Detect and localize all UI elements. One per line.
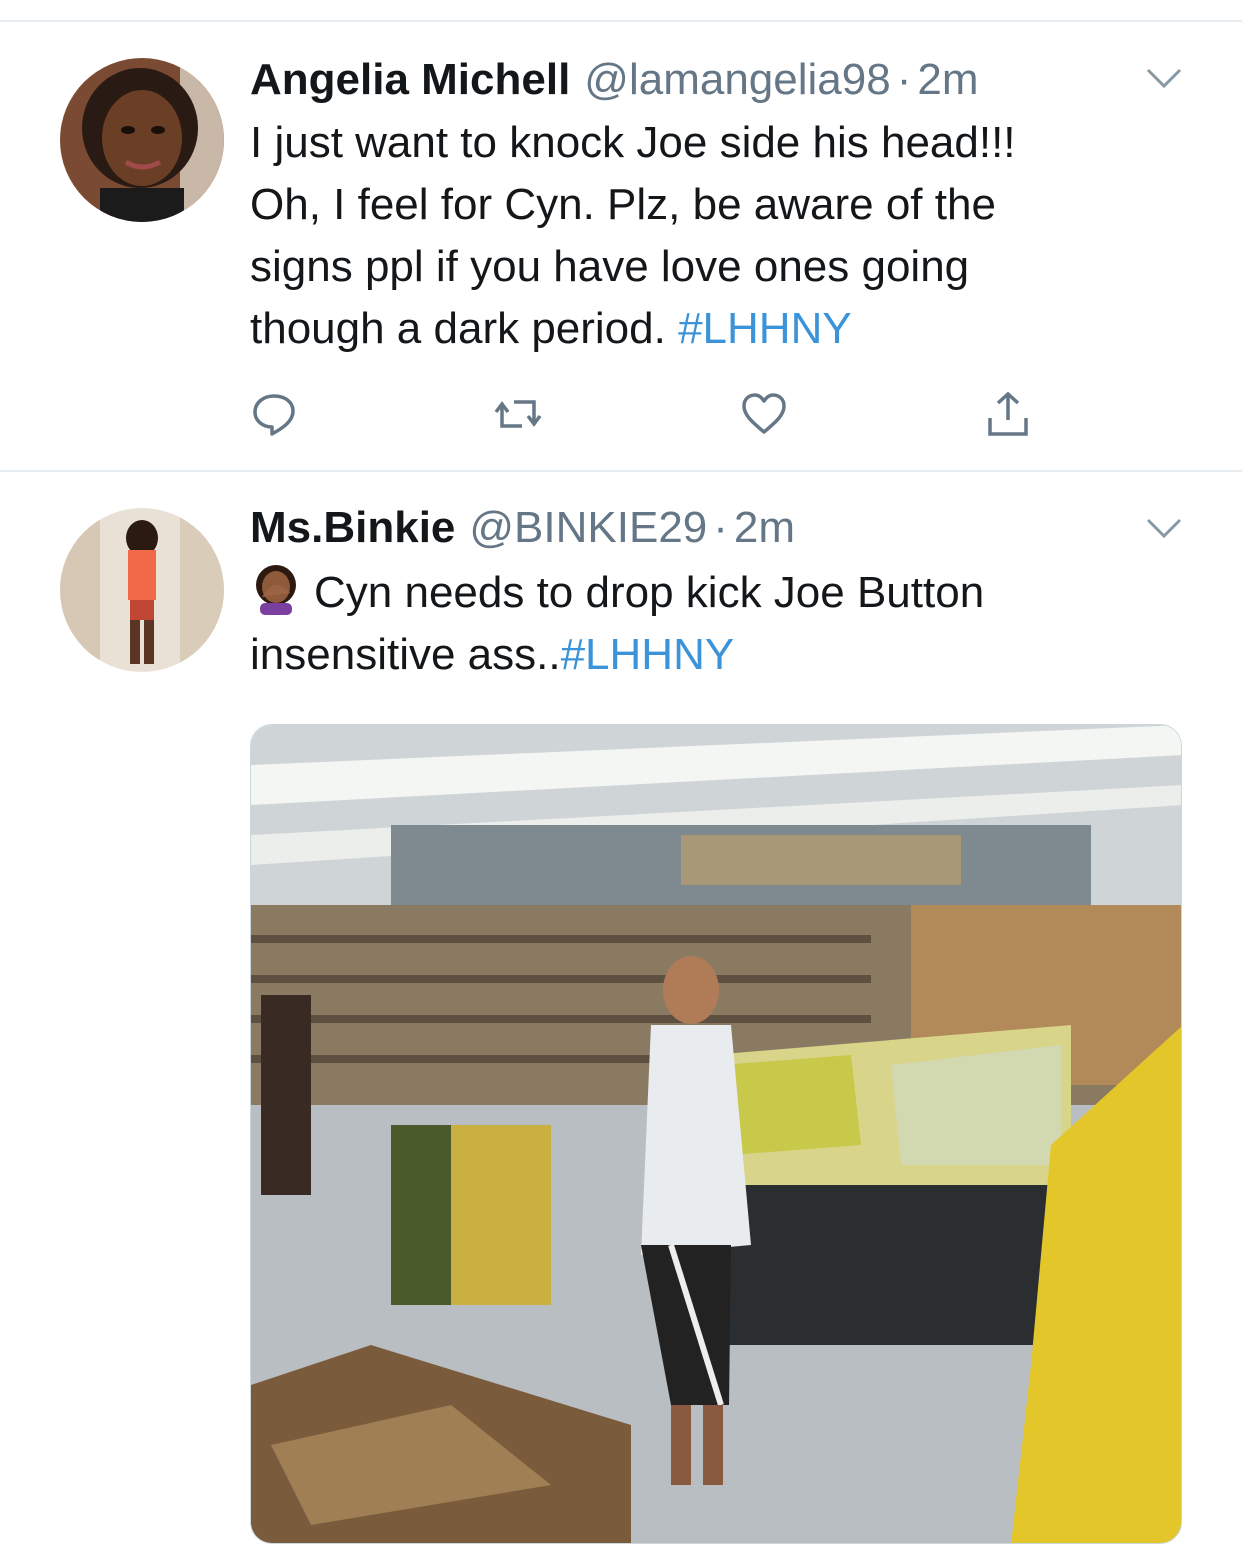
tweet-text: I just want to knock Joe side his head!!…	[250, 112, 1170, 360]
tweet[interactable]: Ms.Binkie @BINKIE29 · 2m Cyn needs to drop …	[0, 472, 1242, 1544]
hashtag-link[interactable]: #LHHNY	[561, 630, 735, 679]
chevron-down-icon[interactable]	[1144, 516, 1184, 542]
tweet-text-line: though a dark period. #LHHNY	[250, 304, 852, 353]
tweet-text-line: Cyn needs to drop kick Joe Button	[250, 562, 1170, 624]
reply-icon[interactable]	[250, 390, 306, 446]
tweet-text: Cyn needs to drop kick Joe Button insens…	[250, 562, 1170, 686]
timestamp[interactable]: 2m	[917, 55, 978, 104]
tweet-header: Angelia Michell @lamangelia98 · 2m	[250, 52, 979, 108]
hashtag-link[interactable]: #LHHNY	[678, 304, 852, 353]
retweet-icon[interactable]	[494, 390, 550, 446]
separator: ·	[896, 55, 912, 104]
tweet-text-line: Oh, I feel for Cyn. Plz, be aware of the	[250, 180, 996, 229]
tweet-text-line: signs ppl if you have love ones going	[250, 242, 970, 291]
display-name[interactable]: Ms.Binkie	[250, 503, 455, 552]
like-icon[interactable]	[740, 390, 796, 446]
tweet-text-line: insensitive ass..#LHHNY	[250, 630, 735, 679]
tweet-header: Ms.Binkie @BINKIE29 · 2m	[250, 500, 795, 556]
tweet[interactable]: Angelia Michell @lamangelia98 · 2m I just w…	[0, 22, 1242, 470]
facepalm-emoji-icon	[250, 563, 302, 615]
share-icon[interactable]	[984, 390, 1040, 446]
chevron-down-icon[interactable]	[1144, 66, 1184, 92]
avatar[interactable]	[60, 508, 224, 672]
tweet-actions	[250, 390, 1050, 446]
user-handle[interactable]: @BINKIE29	[469, 503, 707, 552]
separator: ·	[713, 503, 728, 552]
tweet-text-line: I just want to knock Joe side his head!!…	[250, 118, 1016, 167]
display-name[interactable]: Angelia Michell	[250, 55, 570, 104]
media-video-thumbnail[interactable]	[250, 724, 1182, 1544]
user-handle[interactable]: @lamangelia98	[584, 55, 890, 104]
timestamp[interactable]: 2m	[734, 503, 795, 552]
avatar[interactable]	[60, 58, 224, 222]
